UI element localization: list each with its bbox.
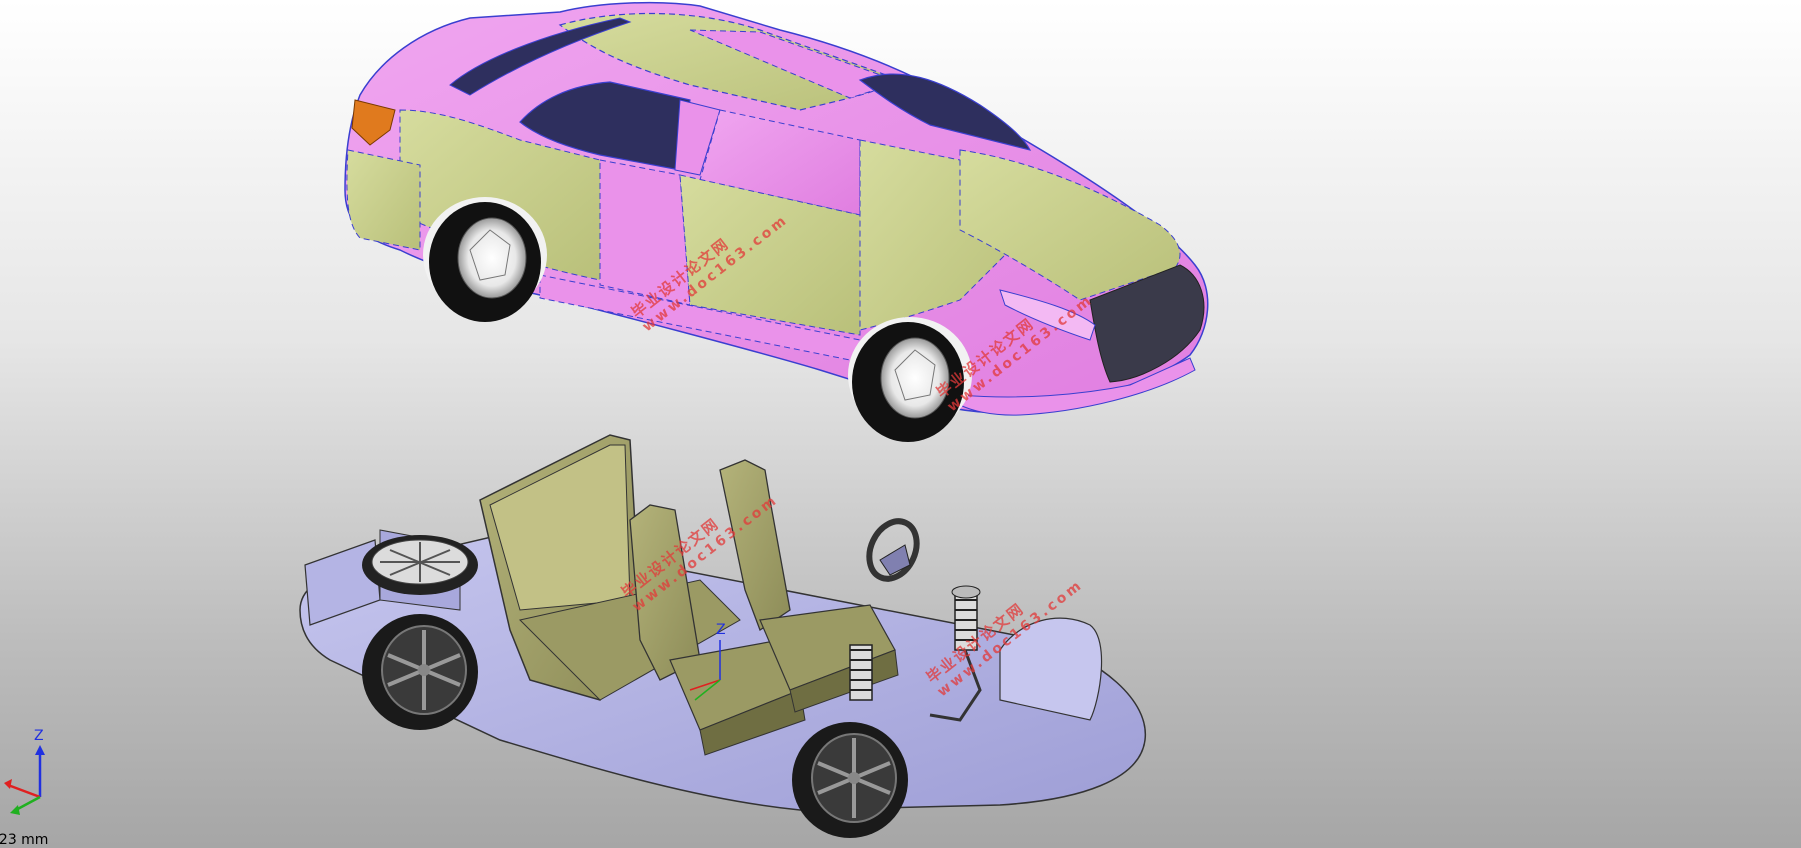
triad-z-label: Z	[34, 728, 44, 744]
left-front-strut[interactable]	[849, 644, 873, 701]
cad-viewport[interactable]: Z 毕业设计论文网 www.doc163.com 毕业设计论文网 www.doc…	[0, 0, 1801, 848]
chassis-front-wheel[interactable]	[792, 722, 908, 838]
scale-indicator: 723 mm	[0, 832, 49, 848]
spare-wheel[interactable]	[362, 535, 478, 595]
model-scene[interactable]: Z	[0, 0, 1801, 848]
scene-z-label: Z	[716, 622, 726, 638]
axis-triad-icon[interactable]: Z	[0, 725, 60, 825]
steering-wheel[interactable]	[860, 514, 925, 587]
car-rear-wheel[interactable]	[429, 202, 541, 322]
rear-bumper	[346, 149, 421, 251]
chassis-rear-wheel[interactable]	[362, 614, 478, 730]
